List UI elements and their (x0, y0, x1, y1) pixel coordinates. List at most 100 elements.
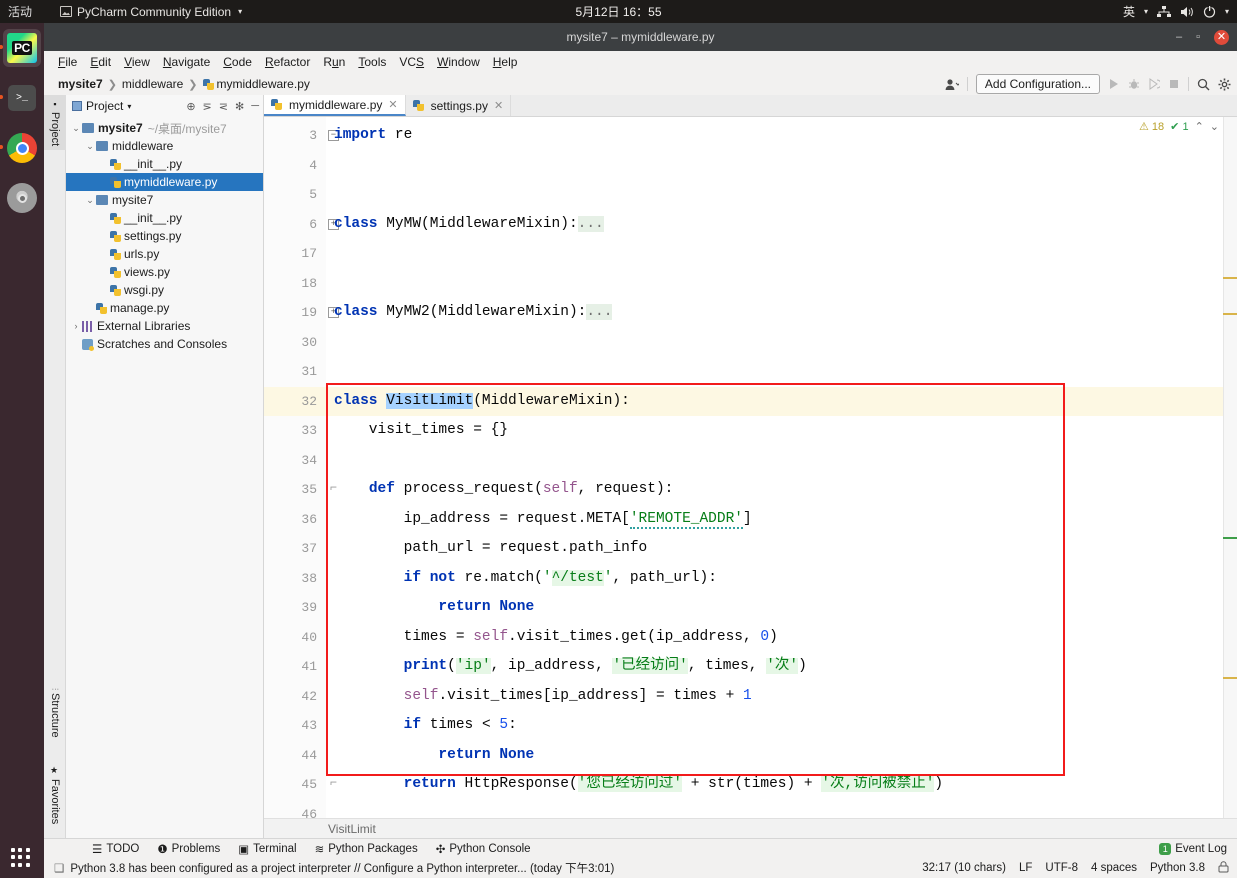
code-line[interactable]: class VisitLimit(MiddlewareMixin): (326, 386, 1237, 416)
scrollbar-marker[interactable] (1223, 537, 1237, 539)
expand-all-icon[interactable]: ⋝ (203, 100, 212, 113)
code-line[interactable] (326, 357, 1237, 387)
prev-problem-icon[interactable]: ⌃ (1195, 120, 1204, 133)
dock-item-dvd[interactable] (3, 179, 41, 217)
gear-icon[interactable]: ✻ (235, 100, 244, 113)
tool-window-button-favorites[interactable]: ★ Favorites (44, 762, 66, 828)
network-icon[interactable] (1156, 5, 1171, 18)
code-line[interactable]: def process_request(self, request): (326, 475, 1237, 505)
menu-edit[interactable]: Edit (90, 55, 111, 69)
tree-twisty-icon[interactable]: › (70, 321, 82, 331)
line-number[interactable]: 40 (264, 623, 326, 653)
scrollbar-marker[interactable] (1223, 677, 1237, 679)
code-line[interactable]: visit_times = {} (326, 416, 1237, 446)
code-line[interactable]: if not re.match('^/test', path_url): (326, 564, 1237, 594)
menu-window[interactable]: Window (437, 55, 480, 69)
code-line[interactable]: class MyMW2(MiddlewareMixin):... (326, 298, 1237, 328)
dock-item-chrome[interactable] (0, 129, 41, 167)
line-number[interactable]: 38 (264, 564, 326, 594)
line-number[interactable]: 33 (264, 416, 326, 446)
menu-file[interactable]: File (58, 55, 77, 69)
tree-item-scratches-and-consoles[interactable]: Scratches and Consoles (66, 335, 263, 353)
breadcrumb-folder[interactable]: middleware (122, 77, 183, 91)
line-number[interactable]: 18 (264, 269, 326, 299)
tab-mymiddleware[interactable]: mymiddleware.py ✕ (264, 95, 406, 116)
python-interpreter[interactable]: Python 3.8 (1150, 862, 1205, 874)
next-problem-icon[interactable]: ⌄ (1210, 120, 1219, 133)
active-app-menu[interactable]: PyCharm Community Edition ▾ (60, 5, 242, 19)
code-line[interactable] (326, 151, 1237, 181)
tree-item-mysite7[interactable]: ⌄ mysite7 (66, 191, 263, 209)
code-editor[interactable]: 3−456+171819+303132⌐333435⌐3637383940414… (264, 117, 1237, 822)
maximize-button[interactable]: ▫ (1196, 31, 1200, 43)
tree-item-views-py[interactable]: views.py (66, 263, 263, 281)
close-icon[interactable]: ✕ (494, 99, 503, 112)
code-line[interactable] (326, 800, 1237, 830)
add-configuration-button[interactable]: Add Configuration... (975, 74, 1100, 94)
line-number[interactable]: 39 (264, 593, 326, 623)
code-line[interactable] (326, 180, 1237, 210)
locate-icon[interactable]: ⊕ (186, 100, 195, 113)
line-number[interactable]: 17 (264, 239, 326, 269)
collapse-all-icon[interactable]: ⋜ (219, 100, 228, 113)
show-applications-icon[interactable] (11, 848, 31, 868)
line-number[interactable]: 3− (264, 121, 339, 151)
line-number[interactable]: 42 (264, 682, 326, 712)
menu-refactor[interactable]: Refactor (265, 55, 310, 69)
tree-item-mysite7[interactable]: ⌄ mysite7 ~/桌面/mysite7 (66, 119, 263, 137)
code-line[interactable]: class MyMW(MiddlewareMixin):... (326, 210, 1237, 240)
line-number[interactable]: 44 (264, 741, 326, 771)
line-number[interactable]: 45 ⌐ (264, 770, 339, 800)
project-title[interactable]: Project ▾ (72, 99, 131, 113)
lock-icon[interactable] (1218, 860, 1229, 876)
breadcrumb-file[interactable]: mymiddleware.py (217, 77, 310, 91)
code-line[interactable] (326, 269, 1237, 299)
code-line[interactable]: if times < 5: (326, 711, 1237, 741)
code-content[interactable]: import re class MyMW(MiddlewareMixin):..… (326, 117, 1237, 818)
line-number[interactable]: 32⌐ (264, 386, 339, 416)
tree-twisty-icon[interactable]: ⌄ (84, 141, 96, 152)
menu-navigate[interactable]: Navigate (163, 55, 210, 69)
tool-window-button-project[interactable]: ▪ Project (44, 95, 66, 151)
line-number[interactable]: 43 (264, 711, 326, 741)
line-number[interactable]: 41 (264, 652, 326, 682)
code-line[interactable]: ip_address = request.META['REMOTE_ADDR'] (326, 505, 1237, 535)
activities-button[interactable]: 活动 (0, 3, 48, 20)
power-icon[interactable] (1203, 5, 1216, 18)
tool-button-todo[interactable]: ☰ TODO (92, 842, 139, 856)
menu-code[interactable]: Code (223, 55, 252, 69)
line-number[interactable]: 34 (264, 446, 326, 476)
menu-run[interactable]: Run (323, 55, 345, 69)
code-line[interactable]: self.visit_times[ip_address] = times + 1 (326, 682, 1237, 712)
scrollbar-marker[interactable] (1223, 277, 1237, 279)
tree-item---init---py[interactable]: __init__.py (66, 209, 263, 227)
tree-twisty-icon[interactable]: ⌄ (84, 195, 96, 206)
menu-view[interactable]: View (124, 55, 150, 69)
code-line[interactable] (326, 239, 1237, 269)
tree-item-manage-py[interactable]: manage.py (66, 299, 263, 317)
hide-icon[interactable]: ─ (251, 100, 259, 112)
code-line[interactable]: return None (326, 741, 1237, 771)
code-line[interactable]: times = self.visit_times.get(ip_address,… (326, 623, 1237, 653)
dock-item-pycharm[interactable]: PC (0, 29, 41, 67)
file-encoding[interactable]: UTF-8 (1045, 862, 1078, 874)
run-icon[interactable] (1108, 78, 1120, 90)
chevron-down-icon[interactable]: ▾ (1225, 7, 1229, 16)
tool-button-python-console[interactable]: ✣ Python Console (436, 842, 531, 856)
scrollbar-marker[interactable] (1223, 313, 1237, 315)
tab-settings[interactable]: settings.py ✕ (406, 95, 512, 116)
code-line[interactable] (326, 328, 1237, 358)
line-number[interactable]: 30 (264, 328, 326, 358)
coverage-icon[interactable] (1148, 78, 1160, 90)
editor-scrollbar[interactable] (1223, 117, 1237, 818)
tree-item-middleware[interactable]: ⌄ middleware (66, 137, 263, 155)
inspection-widget[interactable]: ⚠ 18 ✔ 1 ⌃ ⌄ (1139, 120, 1219, 133)
stop-icon[interactable] (1168, 78, 1180, 90)
code-line[interactable]: return HttpResponse('您已经访问过' + str(times… (326, 770, 1237, 800)
code-line[interactable]: return None (326, 593, 1237, 623)
line-number[interactable]: 6 + (264, 210, 339, 240)
event-log-button[interactable]: 1 Event Log (1159, 842, 1227, 855)
line-number[interactable]: 5 (264, 180, 326, 210)
code-line[interactable] (326, 446, 1237, 476)
line-number[interactable]: 19 + (264, 298, 339, 328)
